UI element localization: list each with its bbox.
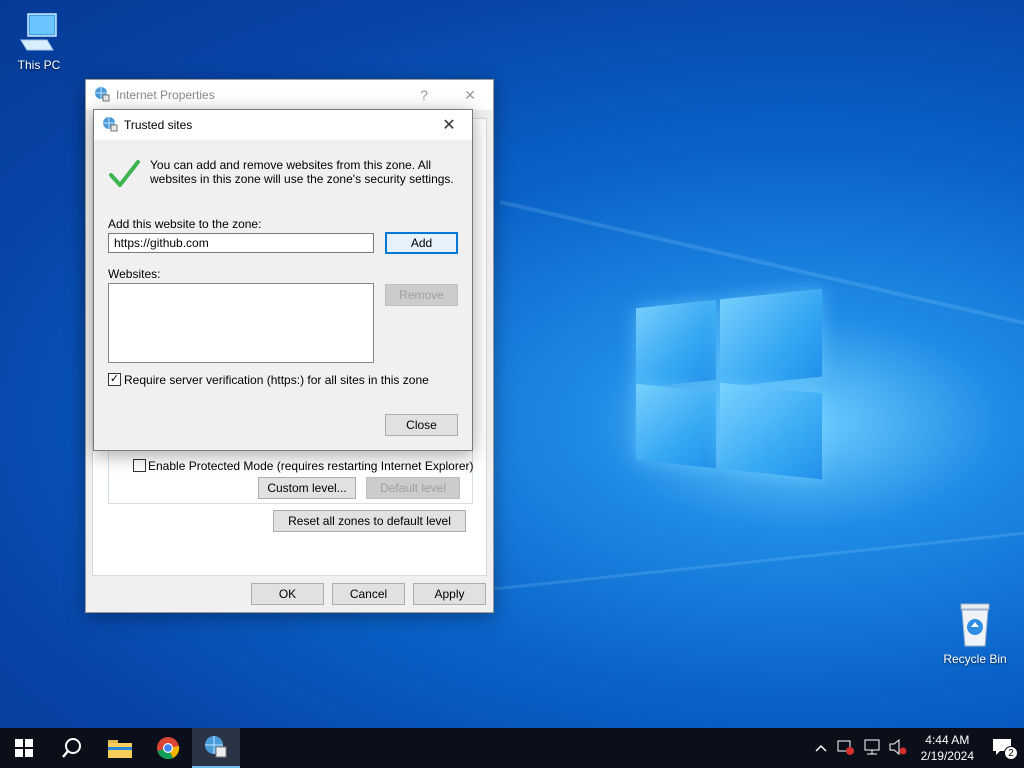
file-explorer-button[interactable]	[96, 728, 144, 768]
zone-info-text: You can add and remove websites from thi…	[150, 158, 454, 186]
folder-icon	[108, 740, 132, 758]
clock-date: 2/19/2024	[920, 749, 974, 763]
default-level-button[interactable]: Default level	[366, 477, 460, 499]
close-button[interactable]: ✕	[426, 110, 472, 140]
internet-properties-titlebar[interactable]: Internet Properties ? ✕	[86, 80, 493, 110]
windows-start-icon	[15, 739, 33, 757]
chevron-up-icon[interactable]	[809, 741, 833, 755]
clock-time: 4:44 AM	[925, 733, 970, 747]
search-icon	[62, 738, 81, 758]
start-button[interactable]	[0, 728, 48, 768]
trusted-sites-icon	[102, 116, 118, 135]
remove-button[interactable]: Remove	[385, 284, 458, 306]
reset-all-zones-button[interactable]: Reset all zones to default level	[273, 510, 466, 532]
internet-properties-taskbar-button[interactable]	[192, 728, 240, 768]
desktop-icon-recycle-bin[interactable]: Recycle Bin	[938, 600, 1012, 666]
desktop-icon-label: Recycle Bin	[943, 652, 1007, 666]
window-title: Internet Properties	[116, 88, 215, 102]
websites-list[interactable]	[108, 283, 374, 363]
desktop-icon-this-pc[interactable]: This PC	[2, 10, 76, 72]
website-url-input[interactable]: https://github.com	[108, 233, 374, 253]
clock[interactable]: 4:44 AM 2/19/2024	[911, 732, 984, 764]
custom-level-button[interactable]: Custom level...	[258, 477, 356, 499]
add-website-label: Add this website to the zone:	[108, 217, 262, 231]
windows-logo-wallpaper	[636, 288, 822, 480]
chrome-button[interactable]	[144, 728, 192, 768]
internet-options-icon	[94, 86, 110, 105]
require-https-checkbox[interactable]: ✓	[108, 373, 121, 386]
close-button[interactable]: ✕	[447, 80, 493, 110]
recycle-bin-icon	[953, 600, 997, 648]
internet-options-icon	[205, 736, 227, 758]
protected-mode-checkbox[interactable]	[133, 459, 146, 472]
chrome-icon	[157, 737, 180, 760]
taskbar: 4:44 AM 2/19/2024 2	[0, 728, 1024, 768]
trusted-sites-titlebar[interactable]: Trusted sites ✕	[94, 110, 472, 140]
close-dialog-button[interactable]: Close	[385, 414, 458, 436]
ok-button[interactable]: OK	[251, 583, 324, 605]
notification-count-badge: 2	[1004, 745, 1018, 760]
network-icon[interactable]	[859, 739, 885, 758]
system-tray: 4:44 AM 2/19/2024 2	[809, 728, 1024, 768]
protected-mode-label: Enable Protected Mode (requires restarti…	[148, 459, 474, 473]
action-center-button[interactable]: 2	[984, 738, 1024, 760]
security-alert-icon[interactable]	[833, 739, 859, 758]
volume-muted-icon[interactable]	[885, 738, 911, 758]
checkmark-icon	[108, 158, 140, 193]
cancel-button[interactable]: Cancel	[332, 583, 405, 605]
desktop-icon-label: This PC	[17, 58, 61, 72]
dialog-title: Trusted sites	[124, 118, 193, 132]
light-ray	[469, 527, 1024, 593]
require-https-label: Require server verification (https:) for…	[124, 373, 429, 387]
computer-icon	[17, 10, 61, 54]
websites-label: Websites:	[108, 267, 161, 281]
search-button[interactable]	[48, 728, 96, 768]
apply-button[interactable]: Apply	[413, 583, 486, 605]
help-button[interactable]: ?	[401, 80, 447, 110]
add-button[interactable]: Add	[385, 232, 458, 254]
trusted-sites-dialog: Trusted sites ✕ You can add and remove w…	[93, 109, 473, 451]
